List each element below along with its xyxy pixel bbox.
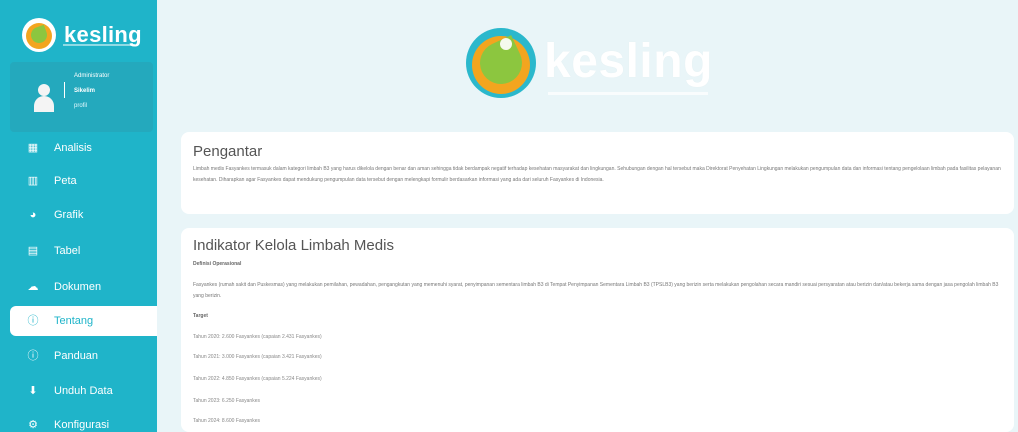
- target-item: Tahun 2023: 6.250 Fasyankes: [193, 398, 260, 404]
- intro-text: Limbah medis Fasyankes termasuk dalam ka…: [193, 166, 1001, 183]
- sidebar-item-label: Tentang: [54, 315, 94, 327]
- sidebar-item-label: Panduan: [54, 350, 99, 362]
- intro-card: Pengantar Limbah medis Fasyankes termasu…: [181, 132, 1014, 214]
- map-icon: ▥: [27, 175, 39, 187]
- definition-label: Definisi Operasional: [193, 261, 242, 267]
- sidebar-item-label: Tabel: [54, 245, 81, 257]
- intro-title: Pengantar: [193, 143, 263, 160]
- pie-chart-icon: ◕: [29, 209, 37, 221]
- target-item: Tahun 2021: 3.000 Fasyankes (capaian 3.4…: [193, 354, 322, 360]
- header-brand: kesling: [544, 35, 713, 88]
- sidebar-item-panduan[interactable]: ⓘ Panduan: [10, 341, 153, 371]
- sidebar-item-peta[interactable]: ▥ Peta: [10, 166, 153, 196]
- avatar[interactable]: [32, 82, 56, 112]
- sidebar-item-tentang[interactable]: ⓘ Tentang: [10, 306, 157, 336]
- sidebar-item-grafik[interactable]: ◕ Grafik: [10, 200, 153, 230]
- info-icon: ⓘ: [27, 315, 39, 327]
- table-icon: ▤: [27, 245, 39, 257]
- sidebar-item-tabel[interactable]: ▤ Tabel: [10, 236, 153, 266]
- indicator-card: Indikator Kelola Limbah Medis Definisi O…: [181, 228, 1014, 432]
- header-tagline-bar: [548, 92, 708, 95]
- sidebar-item-analisis[interactable]: ▦ Analisis: [10, 133, 153, 163]
- sidebar-item-dokumen[interactable]: ☁ Dokumen: [10, 272, 153, 302]
- kesling-logo-icon: [22, 18, 56, 52]
- sidebar-item-label: Grafik: [54, 209, 84, 221]
- user-role: Sikelim: [74, 88, 96, 94]
- brand-tagline-bar: [63, 44, 135, 46]
- user-panel: Administrator Sikelim profil: [10, 62, 153, 132]
- target-item: Tahun 2022: 4.850 Fasyankes (capaian 5.2…: [193, 376, 322, 382]
- target-item: Tahun 2020: 2.600 Fasyankes (capaian 2.4…: [193, 334, 322, 340]
- user-divider: [64, 82, 65, 98]
- cloud-icon: ☁: [27, 281, 39, 293]
- download-icon: ⬇: [28, 385, 38, 397]
- target-item: Tahun 2024: 8.600 Fasyankes: [193, 418, 260, 424]
- sidebar: kesling Administrator Sikelim profil ▦ A…: [0, 0, 157, 432]
- definition-text: Fasyankes (rumah sakit dan Puskesmas) ya…: [193, 282, 999, 299]
- sidebar-item-label: Konfigurasi: [54, 419, 110, 431]
- sidebar-brand[interactable]: kesling: [22, 18, 142, 52]
- sidebar-item-label: Peta: [54, 175, 77, 187]
- indicator-title: Indikator Kelola Limbah Medis: [193, 237, 394, 254]
- sliders-icon: ⚙: [28, 419, 38, 431]
- sidebar-item-konfigurasi[interactable]: ⚙ Konfigurasi: [10, 410, 153, 432]
- info-icon: ⓘ: [27, 350, 39, 362]
- profile-link[interactable]: profil: [74, 103, 87, 109]
- target-label: Target: [193, 313, 208, 319]
- sidebar-item-label: Dokumen: [54, 281, 102, 293]
- user-name: Administrator: [74, 73, 110, 79]
- chart-icon: ▦: [27, 142, 39, 154]
- kesling-logo-icon: [466, 28, 536, 98]
- sidebar-item-label: Analisis: [54, 142, 92, 154]
- sidebar-item-label: Unduh Data: [54, 385, 113, 397]
- sidebar-item-unduh-data[interactable]: ⬇ Unduh Data: [10, 376, 153, 406]
